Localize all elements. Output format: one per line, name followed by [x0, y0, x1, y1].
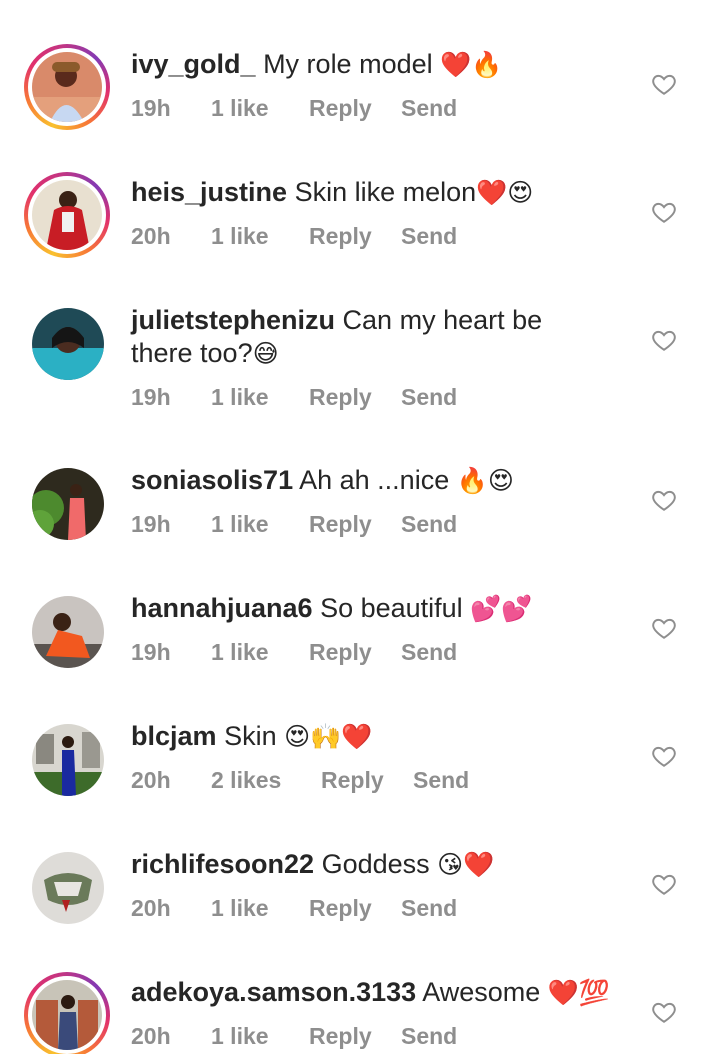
username[interactable]: heis_justine [131, 177, 287, 207]
like-count[interactable]: 2 likes [211, 765, 281, 795]
heart-outline-icon[interactable] [651, 615, 677, 641]
heart-outline-icon[interactable] [651, 999, 677, 1025]
reply-button[interactable]: Reply [309, 221, 372, 251]
reply-button[interactable]: Reply [309, 1021, 372, 1051]
comment-body: Skin [224, 721, 277, 751]
comment-item: adekoya.samson.3133 Awesome ❤️💯 20h 1 li… [0, 928, 708, 1054]
username[interactable]: soniasolis71 [131, 465, 293, 495]
heart-outline-icon[interactable] [651, 743, 677, 769]
comment-text: adekoya.samson.3133 Awesome ❤️💯 [131, 976, 611, 1009]
username[interactable]: ivy_gold_ [131, 49, 256, 79]
comment-body: My role model [263, 49, 433, 79]
send-button[interactable]: Send [401, 93, 457, 123]
send-button[interactable]: Send [401, 382, 457, 412]
comment-body: Skin like melon [294, 177, 477, 207]
send-button[interactable]: Send [401, 1021, 457, 1051]
avatar[interactable] [24, 844, 110, 930]
timestamp: 20h [131, 223, 171, 249]
comment-body: Goddess [321, 849, 430, 879]
avatar[interactable] [24, 972, 110, 1054]
comment-text: hannahjuana6 So beautiful 💕💕 [131, 592, 611, 625]
comment-emoji: 😅 [252, 339, 279, 368]
timestamp: 20h [131, 895, 171, 921]
like-count[interactable]: 1 like [211, 93, 269, 123]
reply-button[interactable]: Reply [309, 382, 372, 412]
heart-outline-icon[interactable] [651, 199, 677, 225]
timestamp: 19h [131, 95, 171, 121]
like-count[interactable]: 1 like [211, 637, 269, 667]
timestamp: 20h [131, 1023, 171, 1049]
username[interactable]: richlifesoon22 [131, 849, 314, 879]
comment-body: So beautiful [320, 593, 463, 623]
comment-emoji: 😍🙌❤️ [284, 722, 373, 751]
avatar[interactable] [24, 300, 110, 386]
like-count[interactable]: 1 like [211, 221, 269, 251]
comment-body: Ah ah ...nice [299, 465, 450, 495]
reply-button[interactable]: Reply [309, 893, 372, 923]
timestamp: 20h [131, 767, 171, 793]
like-count[interactable]: 1 like [211, 509, 269, 539]
avatar[interactable] [24, 172, 110, 258]
username[interactable]: adekoya.samson.3133 [131, 977, 416, 1007]
comment-emoji: 🔥😍 [456, 466, 514, 495]
avatar[interactable] [24, 460, 110, 546]
heart-outline-icon[interactable] [651, 327, 677, 353]
reply-button[interactable]: Reply [321, 765, 384, 795]
avatar[interactable] [24, 588, 110, 674]
avatar[interactable] [24, 44, 110, 130]
send-button[interactable]: Send [401, 637, 457, 667]
heart-outline-icon[interactable] [651, 871, 677, 897]
comment-emoji: ❤️😍 [476, 178, 534, 207]
like-count[interactable]: 1 like [211, 382, 269, 412]
send-button[interactable]: Send [401, 221, 457, 251]
timestamp: 19h [131, 384, 171, 410]
comment-text: richlifesoon22 Goddess 😘❤️ [131, 848, 611, 881]
comment-emoji: 💕💕 [470, 594, 533, 623]
reply-button[interactable]: Reply [309, 93, 372, 123]
reply-button[interactable]: Reply [309, 637, 372, 667]
username[interactable]: hannahjuana6 [131, 593, 313, 623]
comment-body: Awesome [422, 977, 541, 1007]
reply-button[interactable]: Reply [309, 509, 372, 539]
comment-text: julietstephenizu Can my heart be there t… [131, 304, 611, 370]
comment-emoji: ❤️🔥 [440, 50, 503, 79]
like-count[interactable]: 1 like [211, 1021, 269, 1051]
comment-emoji: 😘❤️ [437, 850, 495, 879]
timestamp: 19h [131, 639, 171, 665]
send-button[interactable]: Send [401, 893, 457, 923]
comment-text: ivy_gold_ My role model ❤️🔥 [131, 48, 611, 81]
heart-outline-icon[interactable] [651, 71, 677, 97]
comment-text: blcjam Skin 😍🙌❤️ [131, 720, 611, 753]
username[interactable]: julietstephenizu [131, 305, 335, 335]
comment-text: soniasolis71 Ah ah ...nice 🔥😍 [131, 464, 611, 497]
avatar[interactable] [24, 716, 110, 802]
comment-emoji: ❤️💯 [547, 978, 611, 1007]
heart-outline-icon[interactable] [651, 487, 677, 513]
send-button[interactable]: Send [401, 509, 457, 539]
send-button[interactable]: Send [413, 765, 469, 795]
timestamp: 19h [131, 511, 171, 537]
like-count[interactable]: 1 like [211, 893, 269, 923]
comment-text: heis_justine Skin like melon❤️😍 [131, 176, 611, 209]
username[interactable]: blcjam [131, 721, 217, 751]
